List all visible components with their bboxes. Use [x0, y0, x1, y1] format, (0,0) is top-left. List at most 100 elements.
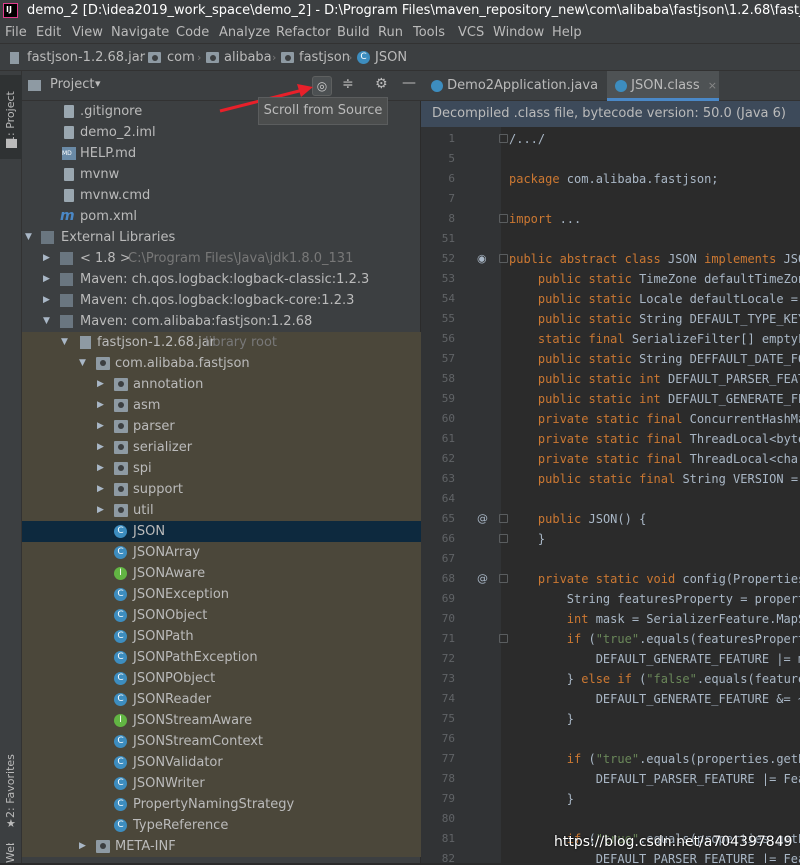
- breadcrumb-fastjson[interactable]: fastjson: [299, 44, 350, 71]
- tree-item[interactable]: C JSONValidator: [22, 752, 421, 773]
- tree-item[interactable]: ▶ support: [22, 479, 421, 500]
- tree-item[interactable]: C JSONPath: [22, 626, 421, 647]
- code-line: }: [509, 792, 575, 806]
- line-number: 59: [441, 392, 455, 405]
- minimize-icon[interactable]: —: [402, 75, 416, 91]
- chevron-right-icon[interactable]: ▶: [97, 374, 107, 395]
- tree-item[interactable]: ▶ Maven: ch.qos.logback:logback-classic:…: [22, 269, 421, 290]
- menu-analyze[interactable]: Analyze: [219, 22, 270, 43]
- chevron-down-icon[interactable]: ▼: [25, 227, 35, 248]
- line-number: 77: [441, 752, 455, 765]
- tree-item[interactable]: ▶ parser: [22, 416, 421, 437]
- breadcrumb-jar[interactable]: fastjson-1.2.68.jar: [27, 44, 145, 71]
- implements-icon[interactable]: ◉: [477, 252, 487, 265]
- tree-item[interactable]: MD HELP.md: [22, 143, 421, 164]
- class-icon: C: [114, 546, 127, 559]
- markdown-file-icon: MD: [62, 147, 76, 160]
- override-icon[interactable]: @: [477, 572, 488, 585]
- chevron-right-icon[interactable]: ▶: [43, 269, 53, 290]
- menu-run[interactable]: Run: [378, 22, 403, 43]
- chevron-right-icon[interactable]: ▶: [97, 458, 107, 479]
- chevron-down-icon[interactable]: ▼: [43, 311, 53, 332]
- breadcrumb-json[interactable]: JSON: [375, 44, 407, 71]
- tree-item[interactable]: ▶ Maven: ch.qos.logback:logback-core:1.2…: [22, 290, 421, 311]
- tree-item[interactable]: ▼ com.alibaba.fastjson: [22, 353, 421, 374]
- tree-item[interactable]: ▶ asm: [22, 395, 421, 416]
- chevron-right-icon[interactable]: ▶: [97, 416, 107, 437]
- chevron-down-icon[interactable]: ▼: [79, 353, 89, 374]
- chevron-down-icon[interactable]: ▾: [95, 77, 101, 90]
- line-number: 67: [441, 552, 455, 565]
- menu-vcs[interactable]: VCS: [458, 22, 484, 43]
- tree-item[interactable]: m pom.xml: [22, 206, 421, 227]
- line-number: 81: [441, 832, 455, 845]
- menu-code[interactable]: Code: [176, 22, 209, 43]
- chevron-right-icon[interactable]: ▶: [97, 500, 107, 521]
- tab-demo2application[interactable]: Demo2Application.java ×: [421, 71, 615, 101]
- tree-item-label: fastjson-1.2.68.jar: [97, 335, 216, 350]
- tree-item[interactable]: C JSONObject: [22, 605, 421, 626]
- menu-edit[interactable]: Edit: [36, 22, 61, 43]
- line-number: 78: [441, 772, 455, 785]
- line-number: 80: [441, 812, 455, 825]
- menu-tools[interactable]: Tools: [413, 22, 445, 43]
- menu-navigate[interactable]: Navigate: [111, 22, 169, 43]
- tree-item[interactable]: C JSONStreamContext: [22, 731, 421, 752]
- tree-item[interactable]: I JSONAware: [22, 563, 421, 584]
- tree-item[interactable]: ▶ util: [22, 500, 421, 521]
- tree-item[interactable]: I JSONStreamAware: [22, 710, 421, 731]
- tree-item[interactable]: C JSONReader: [22, 689, 421, 710]
- menu-view[interactable]: View: [72, 22, 103, 43]
- tree-item[interactable]: C JSONException: [22, 584, 421, 605]
- project-panel-title[interactable]: Project: [50, 77, 94, 92]
- tab-json-class[interactable]: JSON.class ×: [607, 71, 719, 101]
- collapse-all-icon[interactable]: ≑: [342, 76, 354, 92]
- tree-item[interactable]: ▼ Maven: com.alibaba:fastjson:1.2.68: [22, 311, 421, 332]
- class-icon: C: [114, 798, 127, 811]
- chevron-right-icon[interactable]: ▶: [97, 395, 107, 416]
- breadcrumb-alibaba[interactable]: alibaba: [224, 44, 272, 71]
- line-number: 53: [441, 272, 455, 285]
- tree-item[interactable]: demo_2.iml: [22, 122, 421, 143]
- tree-item[interactable]: mvnw: [22, 164, 421, 185]
- chevron-right-icon[interactable]: ▶: [79, 836, 89, 857]
- chevron-down-icon[interactable]: ▼: [61, 332, 71, 353]
- tree-item[interactable]: ▶ < 1.8 > C:\Program Files\Java\jdk1.8.0…: [22, 248, 421, 269]
- menu-refactor[interactable]: Refactor: [276, 22, 331, 43]
- tree-item[interactable]: C JSONArray: [22, 542, 421, 563]
- line-number: 55: [441, 312, 455, 325]
- tree-item[interactable]: C PropertyNamingStrategy: [22, 794, 421, 815]
- tree-item[interactable]: ▼ External Libraries: [22, 227, 421, 248]
- gear-icon[interactable]: ⚙: [375, 76, 388, 92]
- code-view[interactable]: /.../ package com.alibaba.fastjson; import…: [501, 127, 800, 863]
- tree-item[interactable]: ▶ spi: [22, 458, 421, 479]
- favorites-tool-tab[interactable]: 2: Favorites: [0, 746, 22, 826]
- tree-item[interactable]: mvnw.cmd: [22, 185, 421, 206]
- menu-build[interactable]: Build: [337, 22, 370, 43]
- tree-item[interactable]: ▶ annotation: [22, 374, 421, 395]
- chevron-right-icon[interactable]: ▶: [97, 437, 107, 458]
- library-icon: [60, 315, 73, 328]
- code-line: /.../: [509, 132, 546, 146]
- menu-window[interactable]: Window: [493, 22, 544, 43]
- tree-item-selected[interactable]: C JSON: [22, 521, 421, 542]
- tree-item[interactable]: ▶ serializer: [22, 437, 421, 458]
- gitignore-file-icon: [64, 105, 74, 118]
- chevron-right-icon[interactable]: ▶: [97, 479, 107, 500]
- tree-item[interactable]: C JSONWriter: [22, 773, 421, 794]
- breadcrumb-com[interactable]: com: [167, 44, 195, 71]
- tree-item[interactable]: C JSONPathException: [22, 647, 421, 668]
- tree-item[interactable]: C JSONPObject: [22, 668, 421, 689]
- menu-help[interactable]: Help: [552, 22, 582, 43]
- jar-icon: [80, 336, 91, 349]
- chevron-right-icon[interactable]: ▶: [43, 248, 53, 269]
- override-icon[interactable]: @: [477, 512, 488, 525]
- favorites-tool-tab-label: 2: Favorites: [4, 754, 17, 818]
- tree-item[interactable]: C TypeReference: [22, 815, 421, 836]
- tree-item[interactable]: ▶ META-INF: [22, 836, 421, 857]
- close-icon[interactable]: ×: [708, 79, 717, 92]
- chevron-right-icon[interactable]: ▶: [43, 290, 53, 311]
- menu-file[interactable]: File: [5, 22, 27, 43]
- tree-item[interactable]: ▼ fastjson-1.2.68.jar library root: [22, 332, 421, 353]
- web-tool-tab[interactable]: Web: [0, 843, 22, 863]
